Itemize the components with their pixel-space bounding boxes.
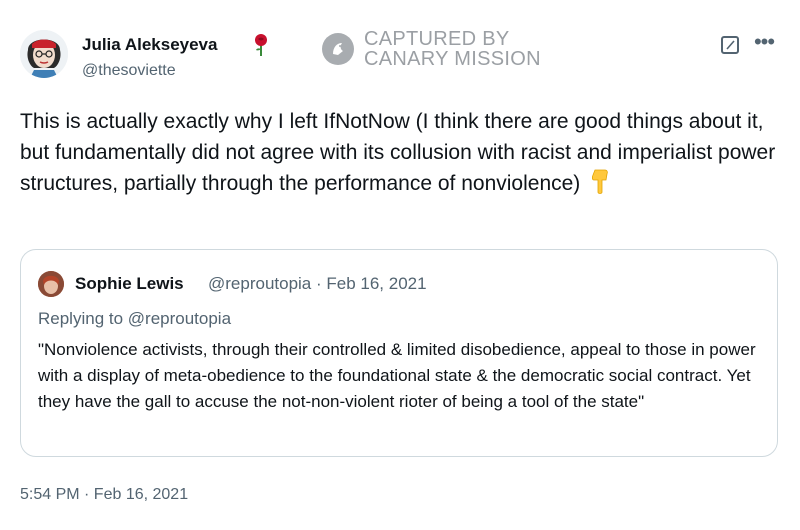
author-avatar[interactable]	[20, 30, 68, 78]
quote-replying-to: Replying to @reproutopia	[38, 309, 232, 328]
quoted-tweet[interactable]: Sophie Lewis @reproutopia · Feb 16, 2021…	[20, 249, 778, 457]
quote-author-name[interactable]: Sophie Lewis	[75, 274, 184, 294]
tweet: Julia Alekseyeva @thesoviette CAPTURED B…	[0, 0, 800, 530]
quote-handle-date[interactable]: @reproutopia · Feb 16, 2021	[208, 274, 427, 294]
watermark-text: CAPTURED BY CANARY MISSION	[364, 28, 541, 70]
canary-icon	[322, 33, 354, 65]
quote-text: "Nonviolence activists, through their co…	[38, 340, 756, 411]
edit-icon[interactable]	[721, 36, 739, 54]
more-icon[interactable]: •••	[752, 31, 776, 57]
author-name[interactable]: Julia Alekseyeva	[82, 35, 217, 55]
author-handle[interactable]: @thesoviette	[82, 62, 176, 80]
tweet-text-body: This is actually exactly why I left IfNo…	[20, 110, 776, 195]
rose-icon	[252, 33, 270, 57]
pointing-down-icon	[590, 168, 610, 203]
quote-avatar[interactable]	[38, 271, 64, 297]
tweet-text: This is actually exactly why I left IfNo…	[20, 106, 780, 203]
tweet-timestamp[interactable]: 5:54 PM · Feb 16, 2021	[20, 486, 188, 504]
watermark: CAPTURED BY CANARY MISSION	[322, 28, 541, 70]
